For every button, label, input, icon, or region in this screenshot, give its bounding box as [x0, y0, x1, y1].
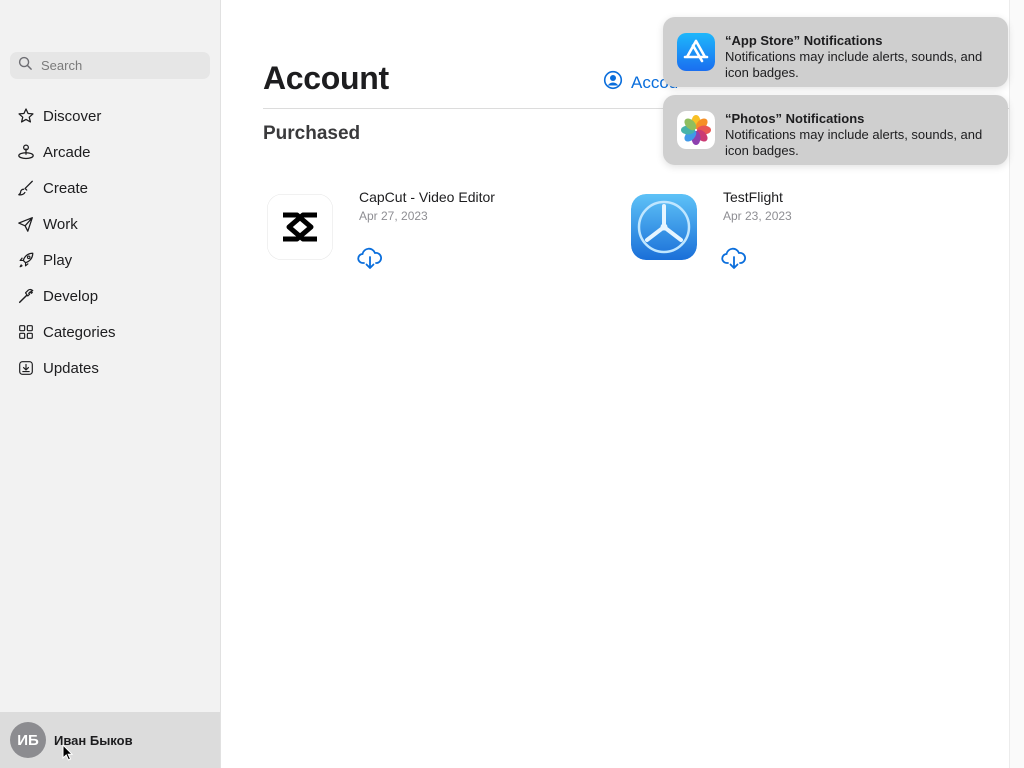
notification-body: Notifications may include alerts, sounds…	[725, 49, 983, 80]
hammer-icon	[16, 287, 35, 306]
sidebar-item-label: Create	[43, 179, 89, 197]
sidebar-item-updates[interactable]: Updates	[0, 350, 220, 386]
sidebar-item-label: Updates	[43, 359, 99, 377]
download-tray-icon	[16, 359, 35, 378]
sidebar-item-discover[interactable]: Discover	[0, 98, 220, 134]
window-edge	[1009, 0, 1024, 768]
sidebar-item-develop[interactable]: Develop	[0, 278, 220, 314]
avatar: ИБ	[10, 722, 46, 758]
rocket-icon	[16, 251, 35, 270]
sidebar-item-label: Arcade	[43, 143, 91, 161]
notification-title: “Photos” Notifications	[725, 111, 865, 126]
app-name: TestFlight	[723, 189, 783, 205]
sidebar-nav: Discover Arcade Create Work Play Develop…	[0, 98, 220, 386]
app-store-window: Discover Arcade Create Work	[0, 0, 1024, 768]
icloud-download-icon	[357, 247, 382, 269]
sidebar-item-play[interactable]: Play	[0, 242, 220, 278]
search-input[interactable]	[41, 58, 201, 73]
app-card[interactable]: TestFlight Apr 23, 2023	[631, 189, 951, 270]
icloud-download-icon	[721, 247, 746, 269]
testflight-app-icon[interactable]	[631, 194, 697, 260]
app-purchase-date: Apr 27, 2023	[359, 209, 428, 223]
sidebar-item-label: Work	[43, 215, 78, 233]
sidebar-item-label: Categories	[43, 323, 116, 341]
sidebar-item-create[interactable]: Create	[0, 170, 220, 206]
app-card[interactable]: CapCut - Video Editor Apr 27, 2023	[267, 189, 587, 270]
notification-app-store[interactable]: “App Store” Notifications Notifications …	[663, 17, 1008, 87]
sidebar: Discover Arcade Create Work	[0, 0, 221, 768]
section-title: Purchased	[263, 123, 361, 144]
sidebar-item-categories[interactable]: Categories	[0, 314, 220, 350]
notification-body: Notifications may include alerts, sounds…	[725, 127, 983, 158]
sidebar-item-arcade[interactable]: Arcade	[0, 134, 220, 170]
download-button[interactable]	[357, 246, 383, 270]
person-circle-icon	[603, 70, 631, 95]
profile-button[interactable]: ИБ Иван Быков	[0, 712, 220, 768]
capcut-app-icon[interactable]	[267, 194, 333, 260]
download-button[interactable]	[721, 246, 747, 270]
star-icon	[16, 107, 35, 126]
page-title: Account	[263, 60, 389, 96]
sidebar-item-label: Play	[43, 251, 73, 269]
app-name: CapCut - Video Editor	[359, 189, 495, 205]
search-icon	[18, 56, 33, 76]
sidebar-item-label: Develop	[43, 287, 99, 305]
paintbrush-icon	[16, 179, 35, 198]
notification-title: “App Store” Notifications	[725, 33, 883, 48]
search-field[interactable]	[10, 52, 210, 79]
app-store-icon	[677, 33, 715, 71]
joystick-icon	[16, 143, 35, 162]
app-purchase-date: Apr 23, 2023	[723, 209, 792, 223]
sidebar-item-label: Discover	[43, 107, 102, 125]
grid-icon	[16, 323, 35, 342]
notification-photos[interactable]: “Photos” Notifications Notifications may…	[663, 95, 1008, 165]
photos-icon	[677, 111, 715, 149]
sidebar-item-work[interactable]: Work	[0, 206, 220, 242]
mouse-cursor-icon	[62, 744, 74, 761]
paper-plane-icon	[16, 215, 35, 234]
